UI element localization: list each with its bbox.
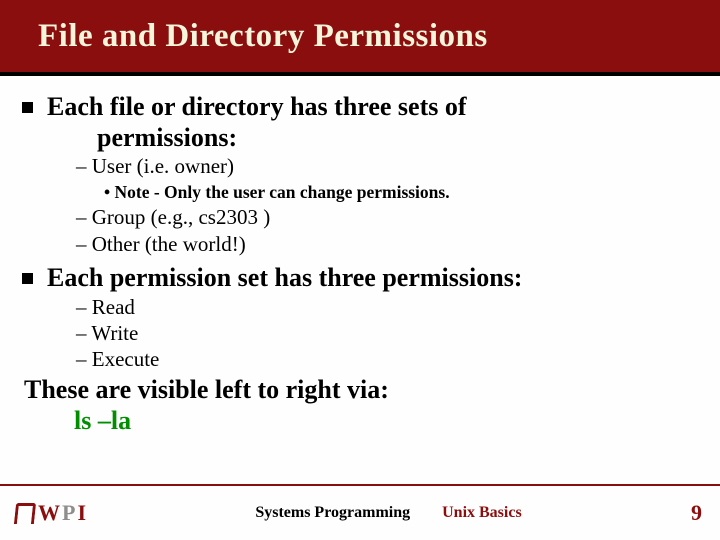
bullet-2-text: Each permission set has three permission… [47, 263, 522, 294]
title-bar: File and Directory Permissions [0, 0, 720, 76]
slide-title: File and Directory Permissions [38, 18, 488, 55]
square-bullet-icon [22, 102, 33, 113]
logo-w: W [38, 500, 60, 526]
sub-item-other: – Other (the world!) [76, 231, 698, 257]
sub-item-write: – Write [76, 320, 698, 346]
outro-text: These are visible left to right via: ls … [24, 374, 698, 436]
square-bullet-icon [22, 273, 33, 284]
bullet-1-text: Each file or directory has three sets of… [47, 92, 467, 153]
bullet-1-line2: permissions: [47, 123, 467, 154]
sublist-2: – Read – Write – Execute [76, 294, 698, 373]
sub-item-execute: – Execute [76, 346, 698, 372]
footer-center: Systems Programming Unix Basics [86, 504, 691, 522]
logo-mark-icon [12, 501, 34, 525]
footer-unix-basics: Unix Basics [442, 504, 522, 521]
wpi-logo: WPI [12, 500, 86, 526]
command-text: ls –la [24, 405, 698, 436]
outro-line1: These are visible left to right via: [24, 375, 389, 404]
footer-systems-programming: Systems Programming [255, 504, 410, 521]
sublist-1: – User (i.e. owner) • Note - Only the us… [76, 153, 698, 257]
logo-p: P [62, 500, 75, 526]
logo-i: I [77, 500, 86, 526]
page-number: 9 [691, 500, 702, 526]
footer: WPI Systems Programming Unix Basics 9 [0, 484, 720, 540]
bullet-1-line1: Each file or directory has three sets of [47, 92, 467, 121]
slide-content: Each file or directory has three sets of… [0, 76, 720, 437]
sub-item-user: – User (i.e. owner) [76, 153, 698, 179]
bullet-2: Each permission set has three permission… [22, 263, 698, 294]
sub-item-read: – Read [76, 294, 698, 320]
sub-item-note: • Note - Only the user can change permis… [104, 180, 698, 205]
bullet-1: Each file or directory has three sets of… [22, 92, 698, 153]
sub-item-group: – Group (e.g., cs2303 ) [76, 204, 698, 230]
